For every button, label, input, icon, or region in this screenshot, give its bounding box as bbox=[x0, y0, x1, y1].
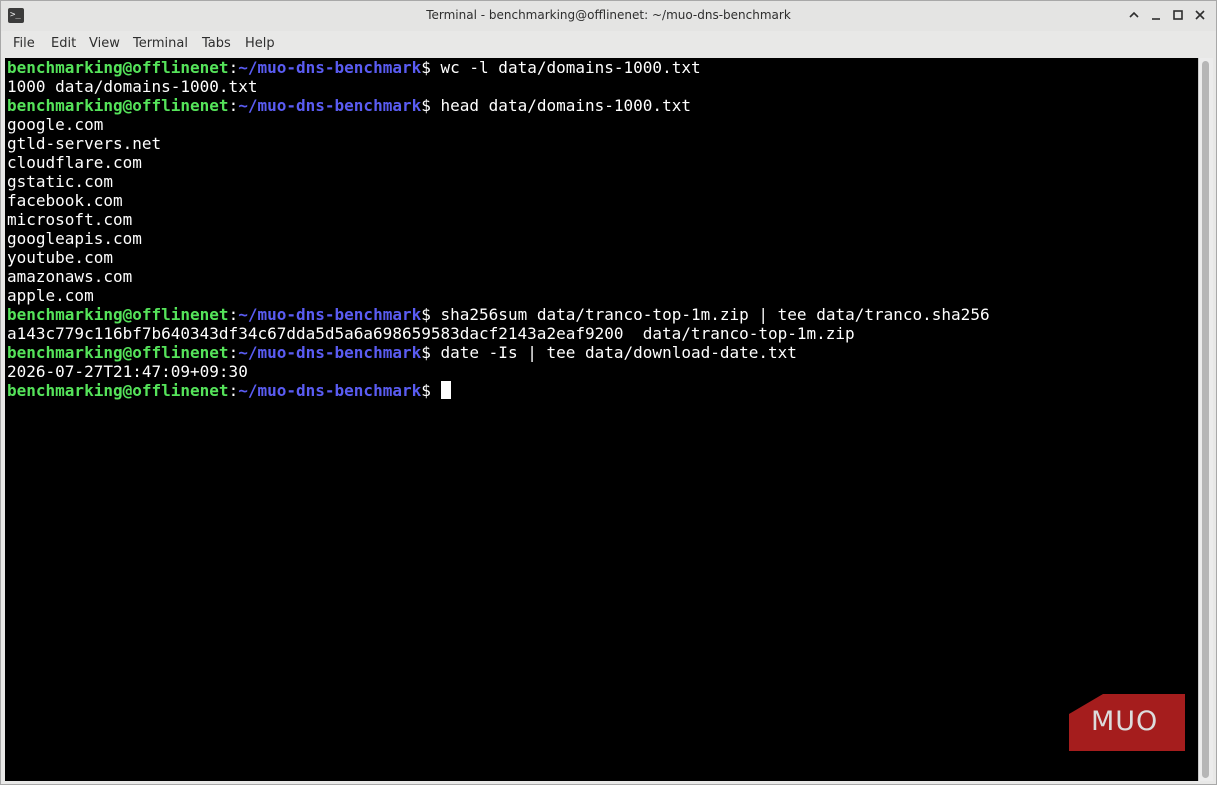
prompt-user-host: benchmarking@offlinenet bbox=[7, 305, 229, 324]
command-text: head data/domains-1000.txt bbox=[430, 96, 691, 115]
text-cursor bbox=[440, 381, 451, 399]
output-line: googleapis.com bbox=[7, 229, 142, 248]
prompt-symbol: $ bbox=[421, 96, 431, 115]
output-line: 1000 data/domains-1000.txt bbox=[7, 77, 258, 96]
output-line: a143c779c116bf7b640343df34c67dda5d5a6a69… bbox=[7, 324, 855, 343]
prompt-symbol: $ bbox=[421, 58, 431, 77]
prompt-separator: : bbox=[228, 96, 239, 115]
prompt-symbol: $ bbox=[421, 305, 431, 324]
menu-tabs[interactable]: Tabs bbox=[202, 36, 231, 51]
output-line: microsoft.com bbox=[7, 210, 133, 229]
command-text: wc -l data/domains-1000.txt bbox=[430, 58, 701, 77]
menu-bar: File Edit View Terminal Tabs Help bbox=[1, 31, 1216, 57]
output-line: amazonaws.com bbox=[7, 267, 133, 286]
scrollbar-thumb[interactable] bbox=[1202, 61, 1209, 778]
terminal-output-area[interactable]: benchmarking@offlinenet:~/muo-dns-benchm… bbox=[5, 58, 1198, 781]
prompt-path: ~/muo-dns-benchmark bbox=[238, 58, 422, 77]
terminal-scrollbar[interactable] bbox=[1198, 58, 1213, 781]
output-line: 2026-07-27T21:47:09+09:30 bbox=[7, 362, 248, 381]
prompt-path: ~/muo-dns-benchmark bbox=[238, 343, 422, 362]
prompt-line: benchmarking@offlinenet:~/muo-dns-benchm… bbox=[7, 305, 990, 324]
output-line: gtld-servers.net bbox=[7, 134, 162, 153]
terminal-window: >_ Terminal - benchmarking@offlinenet: ~… bbox=[0, 0, 1217, 785]
prompt-path: ~/muo-dns-benchmark bbox=[238, 305, 422, 324]
prompt-line: benchmarking@offlinenet:~/muo-dns-benchm… bbox=[7, 96, 691, 115]
minimize-icon[interactable] bbox=[1146, 6, 1166, 26]
command-text bbox=[431, 381, 441, 400]
output-line: apple.com bbox=[7, 286, 94, 305]
prompt-symbol: $ bbox=[421, 381, 431, 400]
muo-watermark: MUO bbox=[1069, 694, 1185, 751]
menu-view[interactable]: View bbox=[89, 36, 120, 51]
command-text: sha256sum data/tranco-top-1m.zip | tee d… bbox=[430, 305, 990, 324]
output-line: facebook.com bbox=[7, 191, 123, 210]
prompt-separator: : bbox=[228, 343, 239, 362]
prompt-symbol: $ bbox=[421, 343, 431, 362]
close-icon[interactable] bbox=[1190, 6, 1210, 26]
prompt-line: benchmarking@offlinenet:~/muo-dns-benchm… bbox=[7, 58, 701, 77]
watermark-text: MUO bbox=[1091, 706, 1159, 737]
title-bar[interactable]: >_ Terminal - benchmarking@offlinenet: ~… bbox=[1, 1, 1216, 31]
prompt-user-host: benchmarking@offlinenet bbox=[7, 58, 229, 77]
menu-edit[interactable]: Edit bbox=[51, 36, 76, 51]
prompt-user-host: benchmarking@offlinenet bbox=[7, 381, 229, 400]
prompt-path: ~/muo-dns-benchmark bbox=[238, 381, 422, 400]
prompt-path: ~/muo-dns-benchmark bbox=[238, 96, 422, 115]
prompt-separator: : bbox=[228, 381, 239, 400]
prompt-user-host: benchmarking@offlinenet bbox=[7, 343, 229, 362]
menu-help[interactable]: Help bbox=[245, 36, 275, 51]
prompt-line: benchmarking@offlinenet:~/muo-dns-benchm… bbox=[7, 381, 451, 400]
prompt-user-host: benchmarking@offlinenet bbox=[7, 96, 229, 115]
output-line: youtube.com bbox=[7, 248, 113, 267]
chevron-up-icon[interactable] bbox=[1124, 6, 1144, 26]
menu-file[interactable]: File bbox=[13, 36, 35, 51]
output-line: gstatic.com bbox=[7, 172, 113, 191]
menu-terminal[interactable]: Terminal bbox=[133, 36, 188, 51]
window-title: Terminal - benchmarking@offlinenet: ~/mu… bbox=[426, 8, 791, 22]
command-text: date -Is | tee data/download-date.txt bbox=[430, 343, 797, 362]
prompt-separator: : bbox=[228, 305, 239, 324]
prompt-separator: : bbox=[228, 58, 239, 77]
output-line: cloudflare.com bbox=[7, 153, 142, 172]
maximize-icon[interactable] bbox=[1168, 6, 1188, 26]
output-line: google.com bbox=[7, 115, 104, 134]
prompt-line: benchmarking@offlinenet:~/muo-dns-benchm… bbox=[7, 343, 797, 362]
